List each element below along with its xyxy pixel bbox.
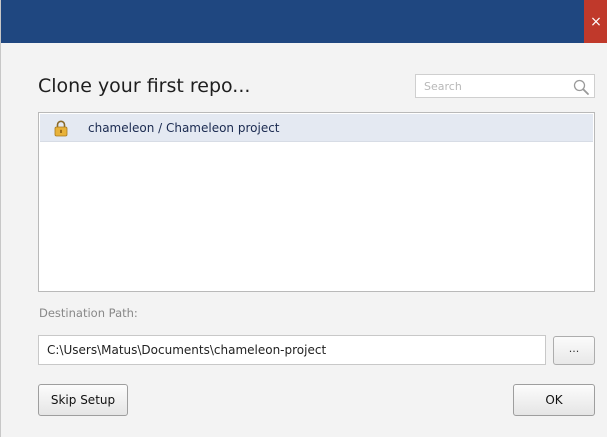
destination-path-input[interactable] xyxy=(39,336,545,364)
lock-icon xyxy=(54,120,68,137)
browse-button[interactable]: ... xyxy=(553,336,595,365)
search-icon[interactable] xyxy=(572,78,590,96)
repo-list[interactable]: chameleon / Chameleon project xyxy=(38,112,595,292)
title-bar[interactable]: × xyxy=(1,0,607,43)
repo-list-item[interactable]: chameleon / Chameleon project xyxy=(40,114,593,142)
close-icon: × xyxy=(590,13,602,30)
clone-dialog: × Clone your first repo... chameleon / C… xyxy=(0,0,607,437)
search-box[interactable] xyxy=(415,74,595,98)
ok-button[interactable]: OK xyxy=(513,384,595,416)
page-title: Clone your first repo... xyxy=(38,75,251,97)
repo-label: chameleon / Chameleon project xyxy=(88,121,280,135)
destination-path-field[interactable] xyxy=(38,335,546,365)
destination-path-label: Destination Path: xyxy=(39,306,138,320)
search-input[interactable] xyxy=(416,75,566,97)
skip-setup-button[interactable]: Skip Setup xyxy=(38,384,128,416)
close-button[interactable]: × xyxy=(584,0,607,43)
